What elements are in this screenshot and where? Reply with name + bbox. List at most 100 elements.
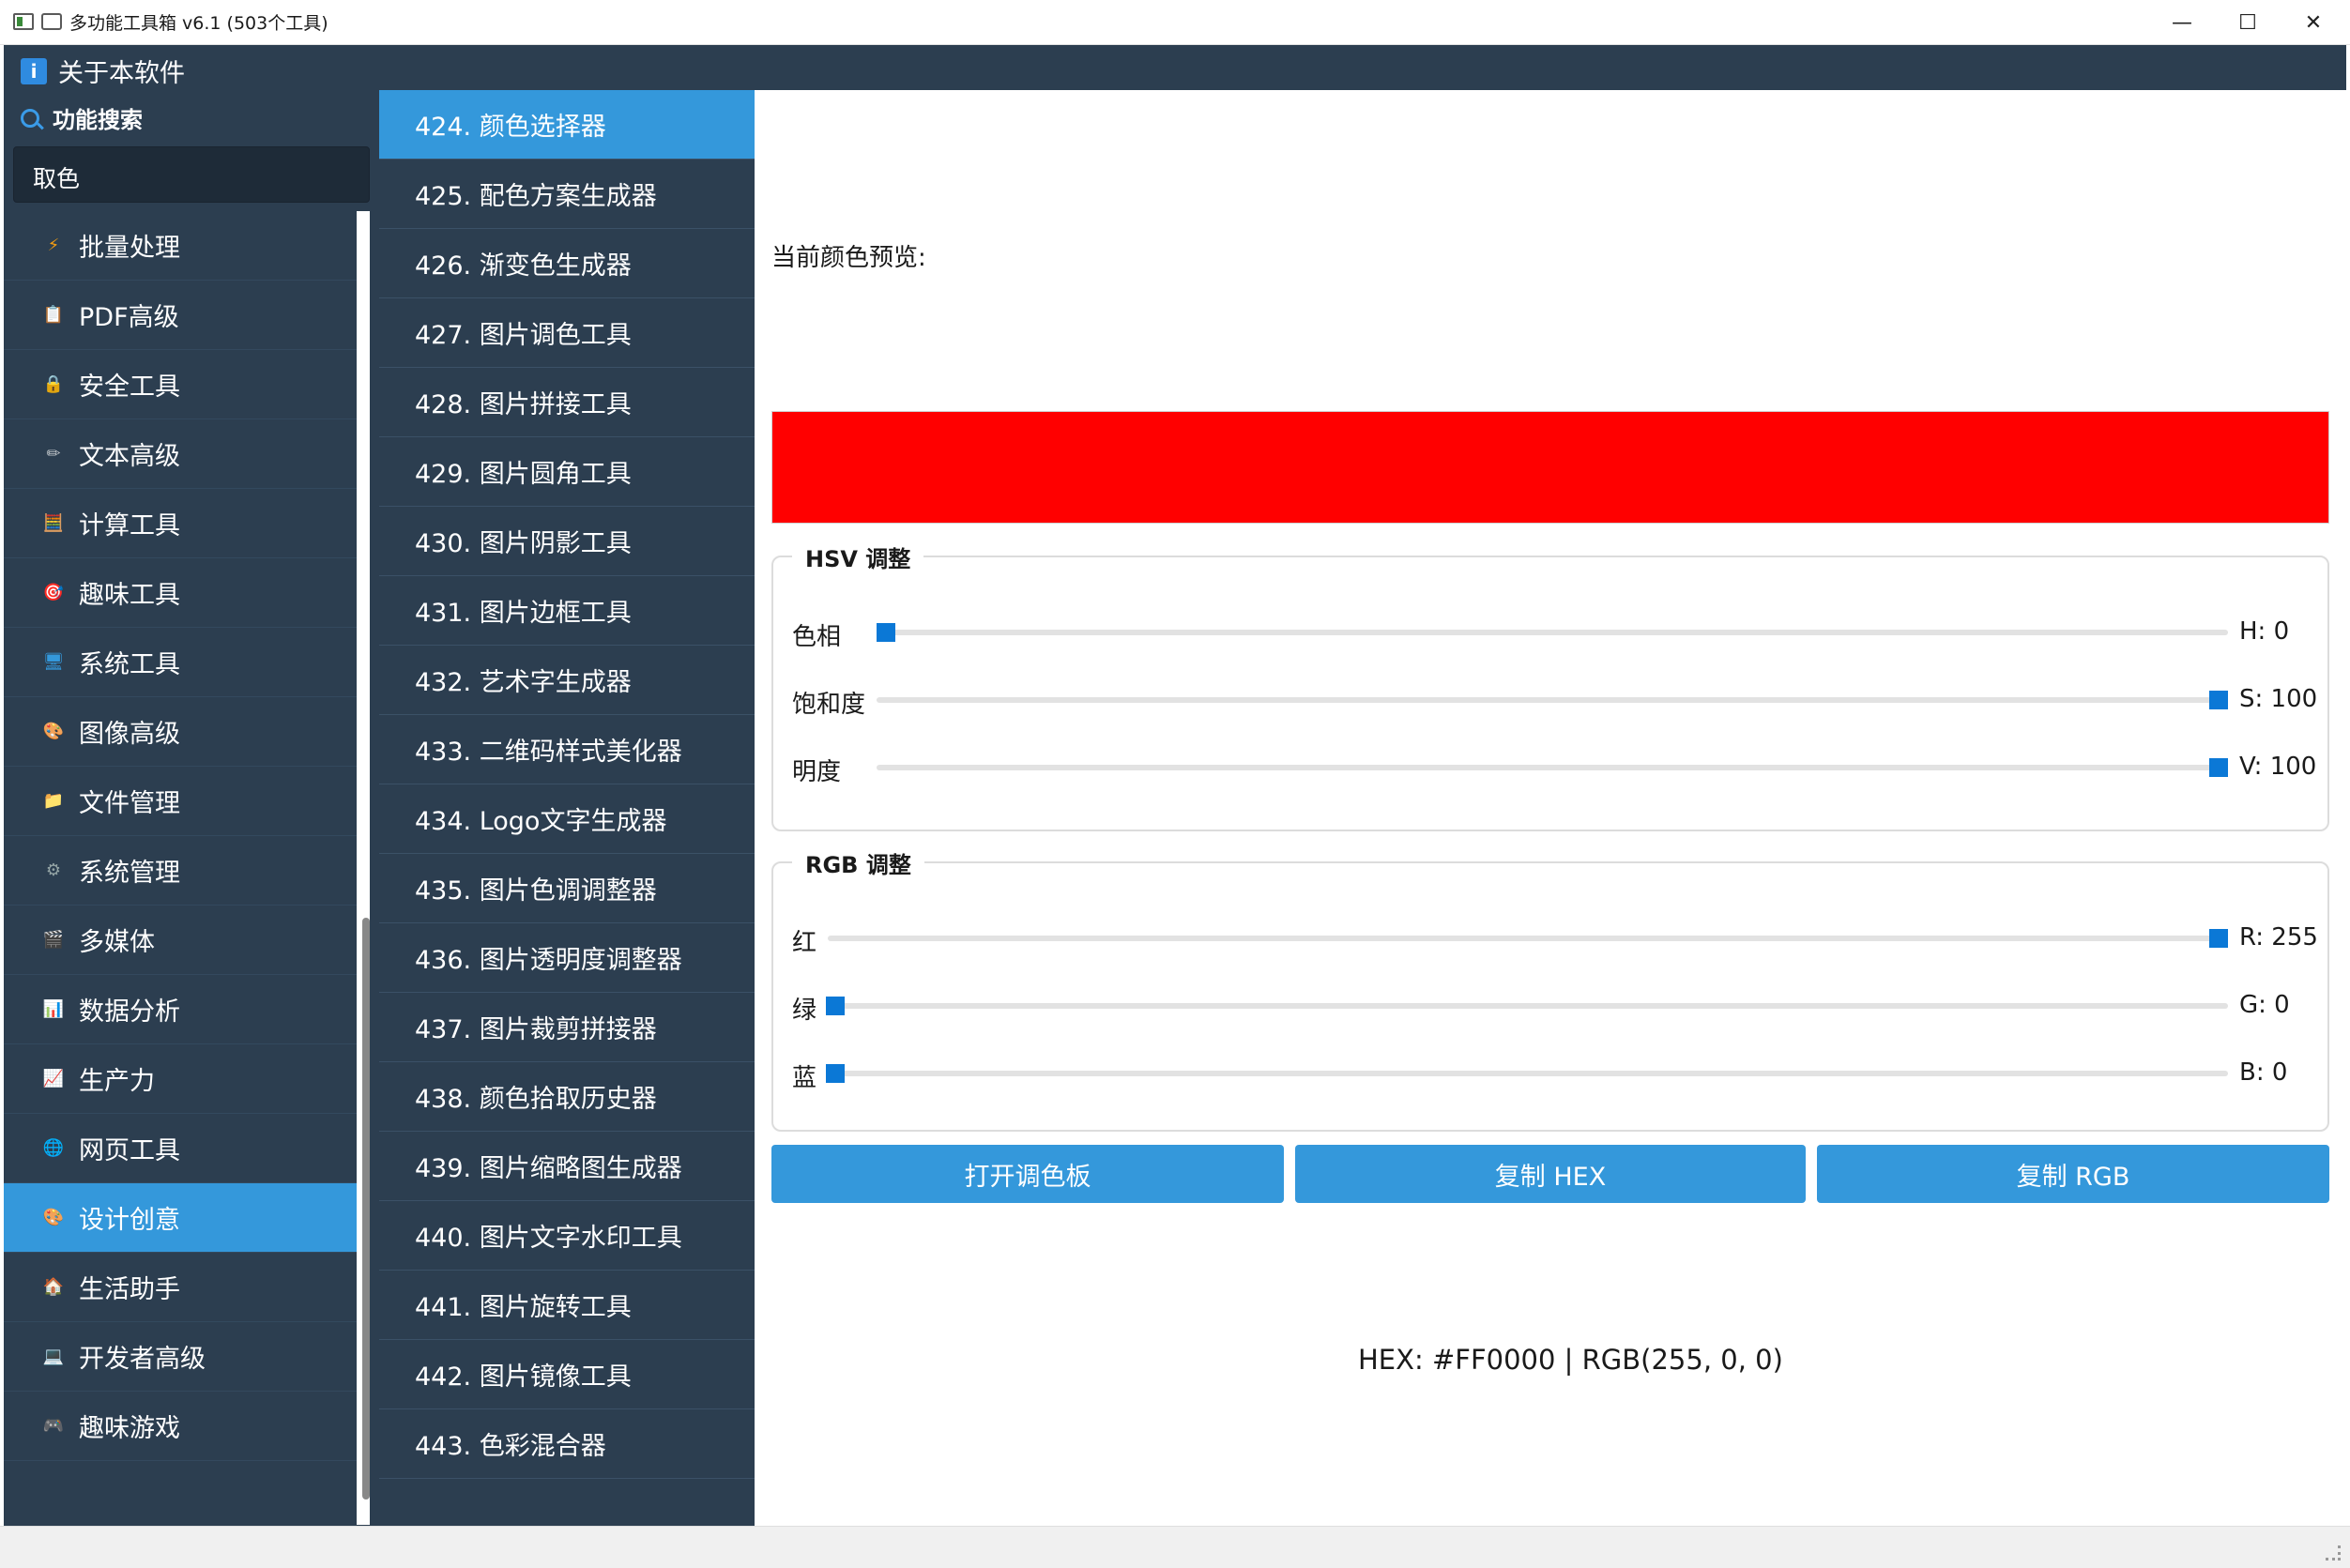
sidebar-item-10[interactable]: 🎬 多媒体 — [4, 906, 357, 975]
sidebar-item-7[interactable]: 🎨 图像高级 — [4, 697, 357, 767]
window-title: 多功能工具箱 v6.1 (503个工具) — [69, 13, 328, 34]
preview-label: 当前颜色预览: — [771, 244, 926, 272]
sidebar-item-12[interactable]: 📈 生产力 — [4, 1044, 357, 1114]
search-section-label: 功能搜索 — [21, 101, 143, 134]
sidebar-item-9[interactable]: ⚙ 系统管理 — [4, 836, 357, 906]
blue-label: 蓝 — [792, 1064, 817, 1092]
sidebar-item-2[interactable]: 🔒 安全工具 — [4, 350, 357, 419]
sidebar-item-8[interactable]: 📁 文件管理 — [4, 767, 357, 836]
target-icon: 🎯 — [42, 583, 65, 602]
red-value: R: 255 — [2239, 923, 2318, 951]
rgb-group: RGB 调整 红 R: 255 绿 G: 0 蓝 B: 0 — [771, 846, 2329, 1132]
hsv-group: HSV 调整 色相 H: 0 饱和度 S: 100 明度 V: 100 — [771, 540, 2329, 831]
hue-value: H: 0 — [2239, 617, 2290, 646]
slider-row-green: 绿 G: 0 — [773, 987, 2327, 1025]
color-preview-swatch — [771, 411, 2329, 524]
tool-item[interactable]: 429. 图片圆角工具 — [379, 437, 755, 507]
open-palette-button[interactable]: 打开调色板 — [771, 1145, 1284, 1203]
sidebar-item-15[interactable]: 🏠 生活助手 — [4, 1253, 357, 1322]
hue-slider-track[interactable] — [877, 630, 2228, 635]
minimize-button[interactable]: — — [2149, 0, 2215, 45]
tool-item[interactable]: 435. 图片色调调整器 — [379, 854, 755, 923]
tool-item[interactable]: 430. 图片阴影工具 — [379, 507, 755, 576]
monitor-icon: 🖥 — [42, 652, 65, 672]
search-icon — [21, 108, 39, 128]
tool-item[interactable]: 441. 图片旋转工具 — [379, 1271, 755, 1340]
category-scrollbar-thumb[interactable] — [362, 918, 370, 1499]
red-slider-handle[interactable] — [2209, 929, 2228, 948]
sidebar-item-0[interactable]: ⚡ 批量处理 — [4, 211, 357, 281]
red-slider-track[interactable] — [828, 936, 2228, 941]
sidebar-item-13[interactable]: 🌐 网页工具 — [4, 1114, 357, 1183]
tool-item[interactable]: 434. Logo文字生成器 — [379, 784, 755, 854]
resize-grip-icon[interactable] — [2326, 1545, 2341, 1560]
green-slider-track[interactable] — [828, 1003, 2228, 1009]
category-list: ⚡ 批量处理 📋 PDF高级 🔒 安全工具 ✏ 文本高级 🧮 计算工具 🎯 趣味工具 🖥 系统工具 🎨 图像高… — [4, 211, 357, 1461]
tool-item[interactable]: 438. 颜色拾取历史器 — [379, 1062, 755, 1132]
about-menu-item[interactable]: i 关于本软件 — [21, 53, 185, 89]
close-button[interactable]: ✕ — [2281, 0, 2346, 45]
maximize-button[interactable]: ☐ — [2215, 0, 2281, 45]
info-icon: i — [21, 57, 47, 84]
lock-icon: 🔒 — [42, 374, 65, 394]
hue-label: 色相 — [792, 623, 842, 651]
tool-item[interactable]: 427. 图片调色工具 — [379, 298, 755, 368]
blue-value: B: 0 — [2239, 1058, 2288, 1087]
tool-item[interactable]: 426. 渐变色生成器 — [379, 229, 755, 298]
sidebar-item-label: 设计创意 — [79, 1206, 180, 1235]
sidebar-item-label: 趣味工具 — [79, 581, 180, 610]
sidebar-item-1[interactable]: 📋 PDF高级 — [4, 281, 357, 350]
tool-item[interactable]: 436. 图片透明度调整器 — [379, 923, 755, 993]
tool-item[interactable]: 442. 图片镜像工具 — [379, 1340, 755, 1409]
tool-item[interactable]: 424. 颜色选择器 — [379, 90, 755, 160]
green-slider-handle[interactable] — [826, 997, 845, 1015]
tool-item[interactable]: 431. 图片边框工具 — [379, 576, 755, 646]
sidebar-item-label: 文件管理 — [79, 789, 180, 818]
brightness-slider-track[interactable] — [877, 765, 2228, 770]
hsv-group-title: HSV 调整 — [792, 540, 924, 573]
sidebar-item-17[interactable]: 🎮 趣味游戏 — [4, 1392, 357, 1461]
copy-rgb-button[interactable]: 复制 RGB — [1817, 1145, 2329, 1203]
saturation-slider-handle[interactable] — [2209, 691, 2228, 709]
tool-item[interactable]: 433. 二维码样式美化器 — [379, 715, 755, 784]
slider-row-value: 明度 V: 100 — [773, 749, 2327, 786]
color-value-readout: HEX: #FF0000 | RGB(255, 0, 0) — [1358, 1344, 1783, 1376]
tool-item[interactable]: 432. 艺术字生成器 — [379, 646, 755, 715]
clipboard-icon: 📋 — [42, 305, 65, 325]
tool-item[interactable]: 439. 图片缩略图生成器 — [379, 1132, 755, 1201]
brightness-slider-handle[interactable] — [2209, 758, 2228, 777]
sidebar-item-label: 趣味游戏 — [79, 1414, 180, 1443]
tool-item[interactable]: 440. 图片文字水印工具 — [379, 1201, 755, 1271]
sidebar-item-3[interactable]: ✏ 文本高级 — [4, 419, 357, 489]
sidebar-item-16[interactable]: 💻 开发者高级 — [4, 1322, 357, 1392]
sidebar-item-4[interactable]: 🧮 计算工具 — [4, 489, 357, 558]
tool-item[interactable]: 428. 图片拼接工具 — [379, 368, 755, 437]
slider-row-red: 红 R: 255 — [773, 920, 2327, 957]
globe-icon: 🌐 — [42, 1138, 65, 1158]
sidebar-item-label: 文本高级 — [79, 442, 180, 471]
blue-slider-track[interactable] — [828, 1071, 2228, 1076]
saturation-slider-track[interactable] — [877, 697, 2228, 703]
sidebar-item-6[interactable]: 🖥 系统工具 — [4, 628, 357, 697]
sidebar-item-5[interactable]: 🎯 趣味工具 — [4, 558, 357, 628]
folder-icon: 📁 — [42, 791, 65, 811]
tool-item[interactable]: 425. 配色方案生成器 — [379, 160, 755, 229]
brightness-label: 明度 — [792, 758, 842, 786]
tool-item[interactable]: 443. 色彩混合器 — [379, 1409, 755, 1479]
sidebar-item-11[interactable]: 📊 数据分析 — [4, 975, 357, 1044]
sidebar-item-14[interactable]: 🎨 设计创意 — [4, 1183, 357, 1253]
copy-hex-button[interactable]: 复制 HEX — [1295, 1145, 1806, 1203]
saturation-label: 饱和度 — [792, 691, 866, 719]
laptop-icon: 💻 — [42, 1347, 65, 1366]
sidebar-item-label: 数据分析 — [79, 997, 180, 1027]
brightness-value: V: 100 — [2239, 753, 2317, 781]
blue-slider-handle[interactable] — [826, 1064, 845, 1083]
search-input[interactable]: 取色 — [13, 146, 370, 203]
tool-item[interactable]: 437. 图片裁剪拼接器 — [379, 993, 755, 1062]
sidebar-item-label: 批量处理 — [79, 234, 180, 263]
app-window-icon — [13, 13, 34, 30]
sidebar-item-label: 网页工具 — [79, 1136, 180, 1165]
gear-icon: ⚙ — [45, 860, 62, 880]
hue-slider-handle[interactable] — [877, 623, 895, 642]
saturation-value: S: 100 — [2239, 685, 2318, 713]
